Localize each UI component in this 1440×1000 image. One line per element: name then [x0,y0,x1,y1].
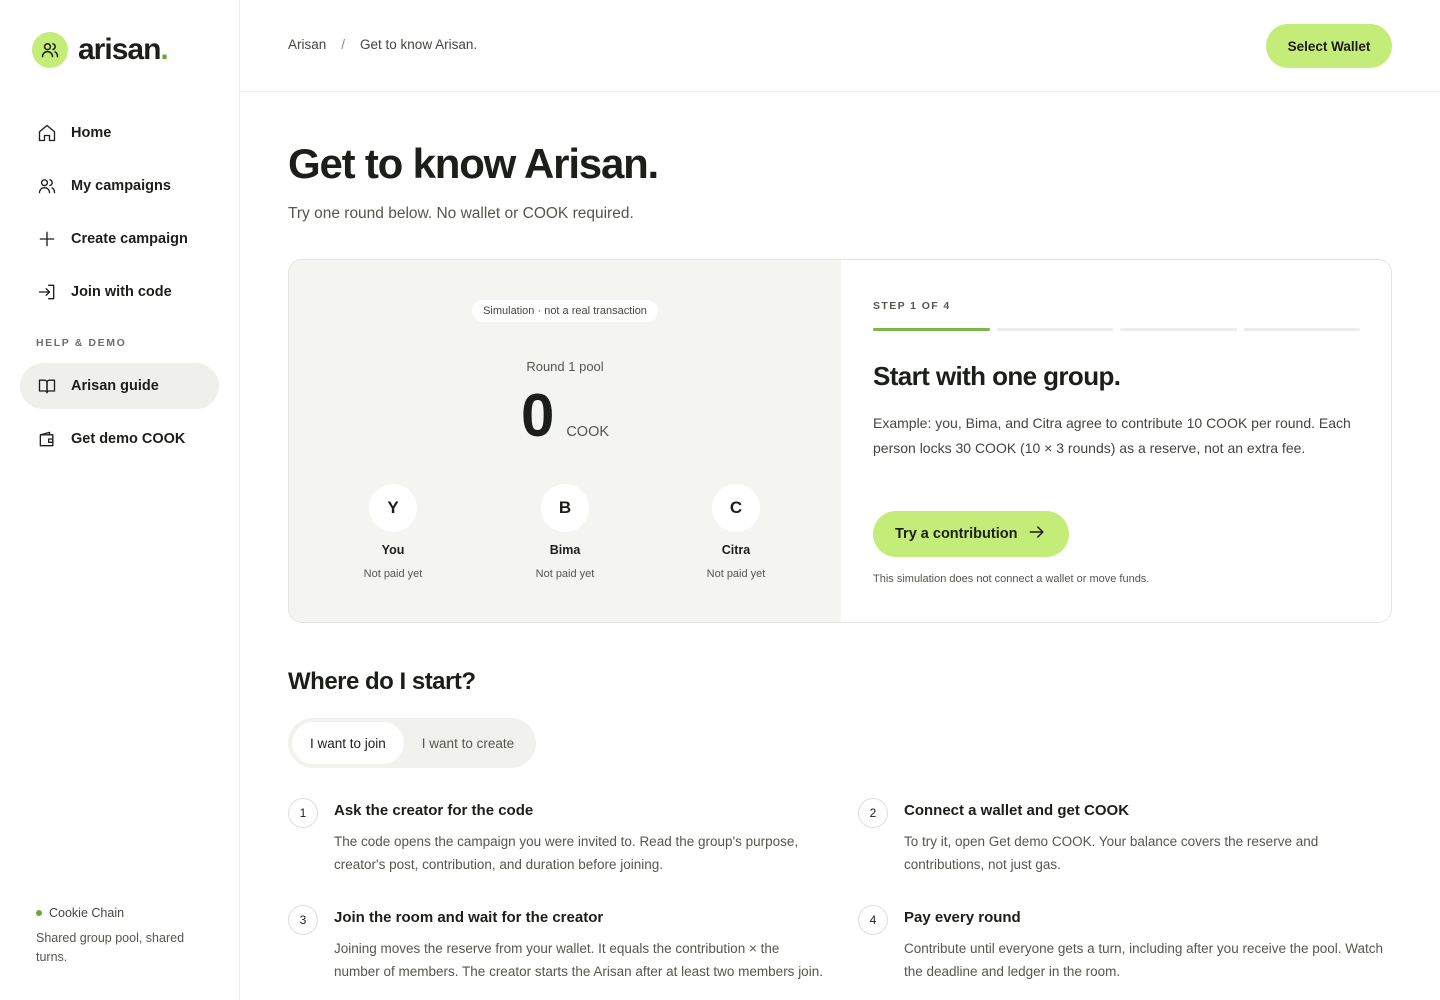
chain-name: Cookie Chain [49,906,125,920]
logo[interactable]: arisan. [32,32,169,68]
step-title: Start with one group. [873,361,1121,391]
chain-status-dot [36,910,42,916]
section-title: Where do I start? [288,668,476,695]
avatar: C [712,484,760,532]
sidebar-item-label: Home [71,125,112,141]
sidebar-nav: Home My campaigns Create campaign Join w… [20,110,219,469]
tab-join[interactable]: I want to join [292,722,404,764]
simulation-card: Simulation · not a real transaction Roun… [288,259,1392,623]
plus-icon [37,229,57,249]
step-item-description: Contribute until everyone gets a turn, i… [904,941,1384,979]
simulation-step-panel: STEP 1 OF 4 Start with one group. Exampl… [841,260,1391,622]
step-number: 1 [288,798,318,828]
step-item-title: Join the room and wait for the creator [334,909,604,926]
step-progress [873,328,1360,331]
step-item-description: To try it, open Get demo COOK. Your bala… [904,834,1319,872]
logo-dot: . [160,33,168,66]
avatar: B [541,484,589,532]
member-name: Citra [721,543,751,557]
book-icon [37,376,57,396]
sidebar-item-label: Get demo COOK [71,431,186,447]
member-bima: B Bima Not paid yet [505,484,625,580]
step-item-title: Pay every round [904,909,1021,926]
step-label: STEP 1 OF 4 [873,300,951,312]
progress-segment [996,328,1113,331]
step-number: 2 [858,798,888,828]
sign-in-icon [37,282,57,302]
breadcrumb-separator: / [341,37,346,52]
breadcrumb-item-current: Get to know Arisan. [360,37,478,52]
sidebar-item-label: Arisan guide [71,378,159,394]
step-item-title: Ask the creator for the code [334,802,534,819]
progress-segment [873,328,990,331]
sidebar-item-create-campaign[interactable]: Create campaign [20,216,219,262]
member-name: You [381,543,405,557]
round-label: Round 1 pool [526,359,604,374]
sidebar-item-label: Create campaign [71,231,188,247]
breadcrumb-item-arisan[interactable]: Arisan [288,37,326,52]
select-wallet-button[interactable]: Select Wallet [1266,24,1392,68]
member-you: Y You Not paid yet [333,484,453,580]
wallet-icon [37,429,57,449]
arrow-right-icon [1027,522,1047,546]
sidebar-item-arisan-guide[interactable]: Arisan guide [20,363,219,409]
top-bar: Arisan / Get to know Arisan. Select Wall… [240,0,1440,92]
member-status: Not paid yet [535,568,595,580]
role-toggle: I want to join I want to create [288,718,537,768]
chain-info: Cookie Chain Shared group pool, shared t… [36,906,216,967]
sidebar-item-get-demo-cook[interactable]: Get demo COOK [20,416,219,462]
breadcrumb: Arisan / Get to know Arisan. [288,37,477,52]
logo-users-icon [32,32,68,68]
simulation-note: This simulation does not connect a walle… [873,573,1150,585]
pool-amount: 0 [520,382,555,449]
step-number: 4 [858,905,888,935]
pool-amount-row: 0 COOK [289,384,841,448]
sidebar-item-my-campaigns[interactable]: My campaigns [20,163,219,209]
sidebar-item-label: My campaigns [71,178,171,194]
step-item-description: Joining moves the reserve from your wall… [334,941,823,979]
simulation-badge: Simulation · not a real transaction [472,300,658,322]
member-status: Not paid yet [706,568,766,580]
page-subtitle: Try one round below. No wallet or COOK r… [288,205,634,222]
member-name: Bima [549,543,581,557]
home-icon [37,123,57,143]
sidebar-item-label: Join with code [71,284,172,300]
sidebar-section-label: HELP & DEMO [36,337,127,349]
progress-segment [1243,328,1360,331]
step-item-description: The code opens the campaign you were inv… [334,834,799,872]
step-item-title: Connect a wallet and get COOK [904,802,1130,819]
try-contribution-button[interactable]: Try a contribution [873,511,1070,557]
chain-description: Shared group pool, shared turns. [36,931,185,964]
pool-unit: COOK [566,424,610,440]
member-citra: C Citra Not paid yet [676,484,796,580]
avatar: Y [369,484,417,532]
logo-text: arisan [78,33,161,66]
step-description: Example: you, Bima, and Citra agree to c… [873,415,1351,456]
sidebar: arisan. Home My campaigns Create campaig… [0,0,240,1000]
step-number: 3 [288,905,318,935]
sidebar-item-home[interactable]: Home [20,110,219,156]
try-contribution-label: Try a contribution [895,526,1018,542]
progress-segment [1120,328,1237,331]
sidebar-item-join-with-code[interactable]: Join with code [20,269,219,315]
simulation-pool-panel: Simulation · not a real transaction Roun… [289,260,841,622]
member-status: Not paid yet [363,568,423,580]
tab-create[interactable]: I want to create [404,722,532,764]
users-icon [37,176,57,196]
page-title: Get to know Arisan. [288,140,659,187]
